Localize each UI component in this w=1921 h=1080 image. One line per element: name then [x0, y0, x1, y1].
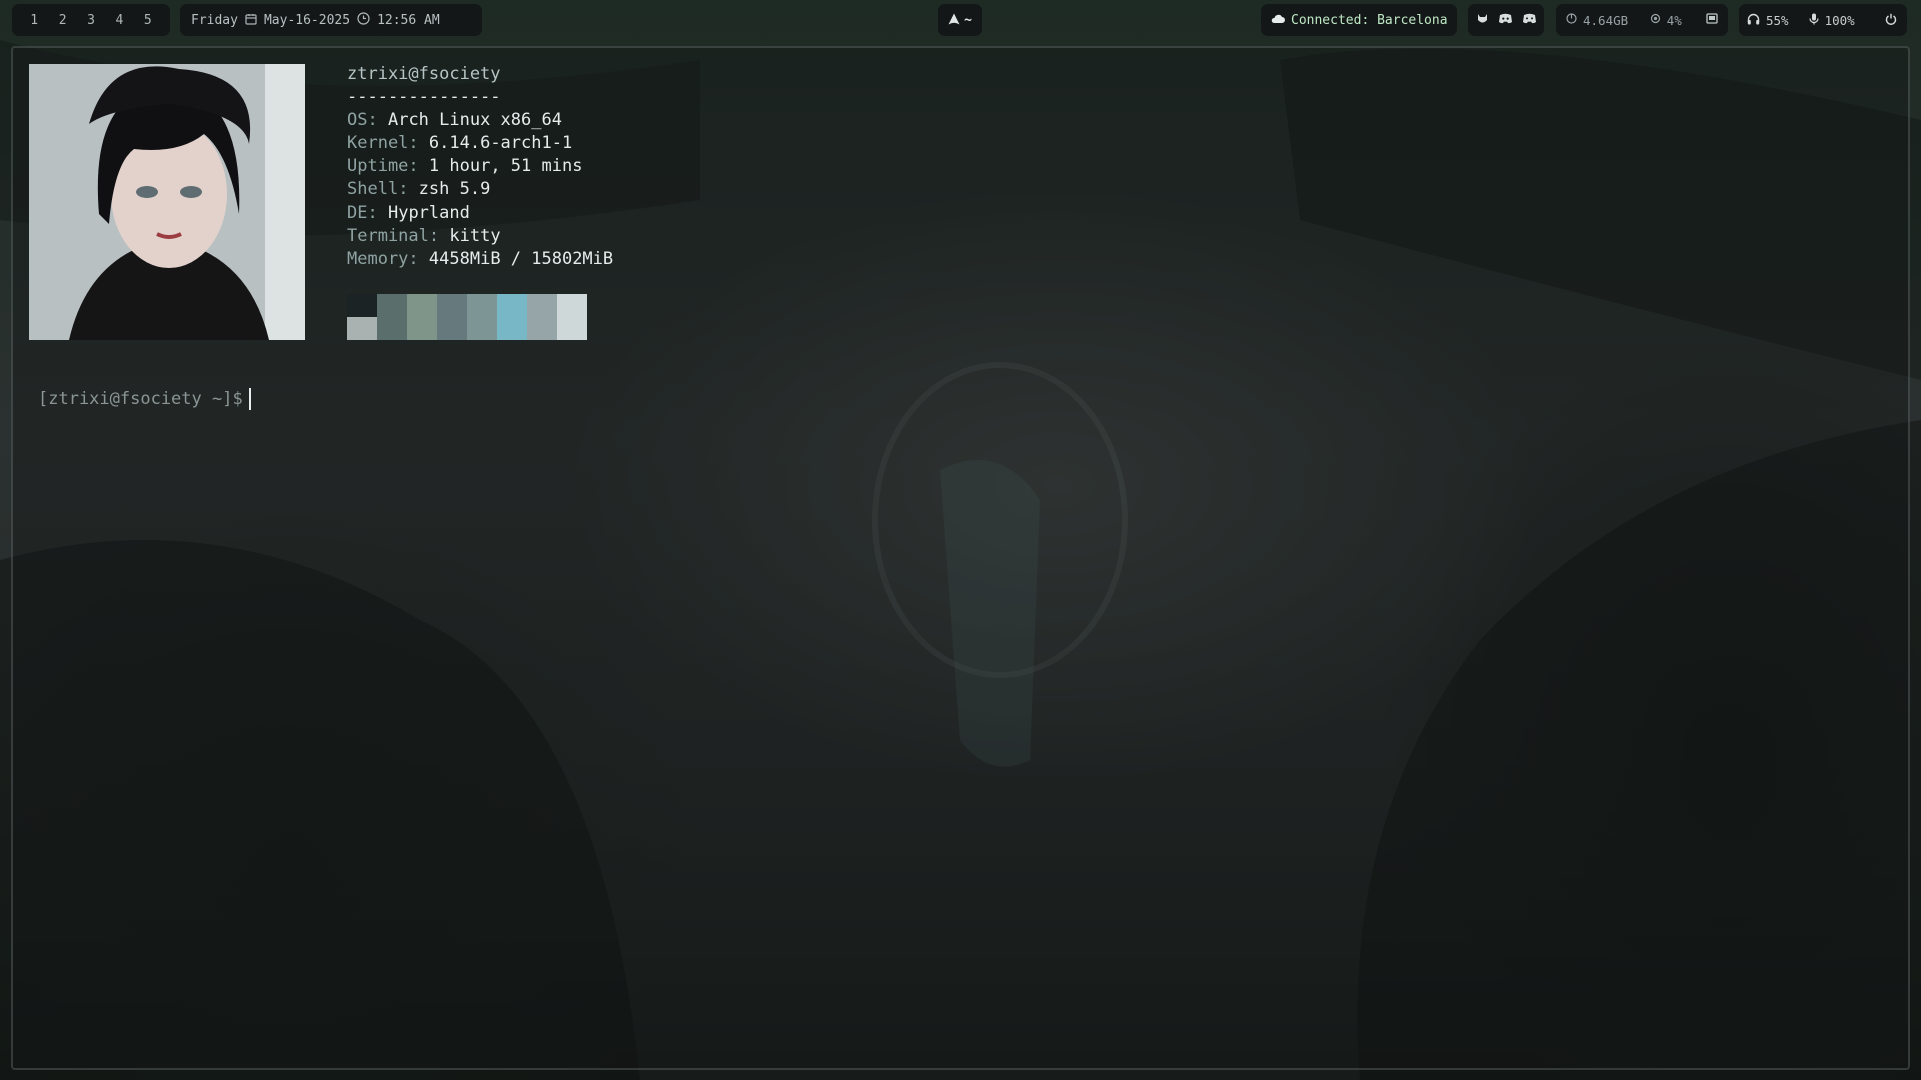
color-swatch: [407, 294, 437, 340]
workspace-4[interactable]: 4: [105, 13, 133, 28]
workspace-switcher: 1 2 3 4 5: [12, 4, 170, 36]
separator-line: ---------------: [347, 87, 501, 108]
microphone-icon[interactable]: [1808, 13, 1819, 28]
info-terminal: Terminal: kitty: [347, 225, 501, 246]
screen-icon[interactable]: [1706, 13, 1718, 27]
shell-prompt[interactable]: [ztrixi@fsociety ~]$: [38, 388, 251, 410]
audio-controls: 55% 100%: [1739, 4, 1907, 36]
disk-free-label: 4.64GB: [1583, 12, 1629, 28]
date-label: May-16-2025: [263, 12, 351, 28]
top-bar: 1 2 3 4 5 Friday May-16-2025 12:56 AM ~ …: [0, 0, 1921, 40]
disk-icon: [1566, 13, 1577, 27]
prompt-text: [ztrixi@fsociety ~]$: [38, 389, 243, 409]
workspace-2[interactable]: 2: [48, 13, 76, 28]
home-dir-label: ~: [964, 12, 972, 28]
system-info: ztrixi@fsociety --------------- OS: Arch…: [347, 63, 613, 271]
color-swatch: [377, 294, 407, 340]
user-host: ztrixi@fsociety: [347, 64, 501, 84]
info-de: DE: Hyprland: [347, 202, 470, 223]
time-label: 12:56 AM: [377, 12, 440, 28]
info-memory: Memory: 4458MiB / 15802MiB: [347, 248, 614, 269]
workspace-5[interactable]: 5: [134, 13, 162, 28]
system-stats: 4.64GB 4%: [1556, 4, 1728, 36]
info-shell: Shell: zsh 5.9: [347, 179, 491, 200]
clock-widget[interactable]: Friday May-16-2025 12:56 AM: [180, 4, 482, 36]
mic-volume-label: 100%: [1824, 12, 1855, 28]
text-cursor: [248, 388, 251, 410]
clock-icon: [357, 12, 370, 28]
avatar: [29, 64, 305, 340]
day-label: Friday: [191, 12, 238, 28]
cpu-usage-label: 4%: [1666, 12, 1682, 28]
headphones-volume-label: 55%: [1766, 12, 1789, 28]
arch-launcher-button[interactable]: ~: [938, 4, 982, 36]
color-swatch: [347, 294, 377, 340]
color-swatch: [527, 294, 557, 340]
vpn-status[interactable]: Connected: Barcelona: [1261, 4, 1457, 36]
color-swatch: [467, 294, 497, 340]
headphones-icon[interactable]: [1747, 13, 1760, 28]
calendar-icon: [245, 13, 257, 28]
tray-apps: [1468, 4, 1544, 36]
cpu-icon: [1650, 13, 1661, 27]
workspace-3[interactable]: 3: [77, 13, 105, 28]
info-os: OS: Arch Linux x86_64: [347, 110, 562, 131]
gamepad-icon[interactable]: [1522, 13, 1537, 27]
color-swatch: [557, 294, 587, 340]
color-palette: [347, 294, 587, 340]
vpn-label: Connected: Barcelona: [1291, 12, 1448, 28]
color-swatch: [497, 294, 527, 340]
discord-icon[interactable]: [1498, 13, 1513, 27]
info-kernel: Kernel: 6.14.6-arch1-1: [347, 133, 573, 154]
info-uptime: Uptime: 1 hour, 51 mins: [347, 156, 583, 177]
color-swatch: [437, 294, 467, 340]
power-icon[interactable]: [1885, 13, 1897, 28]
terminal-window[interactable]: ztrixi@fsociety --------------- OS: Arch…: [11, 46, 1910, 1070]
workspace-1[interactable]: 1: [20, 13, 48, 28]
arch-logo-icon: [948, 13, 960, 28]
cloud-icon: [1271, 13, 1285, 27]
cat-icon[interactable]: [1476, 13, 1489, 28]
